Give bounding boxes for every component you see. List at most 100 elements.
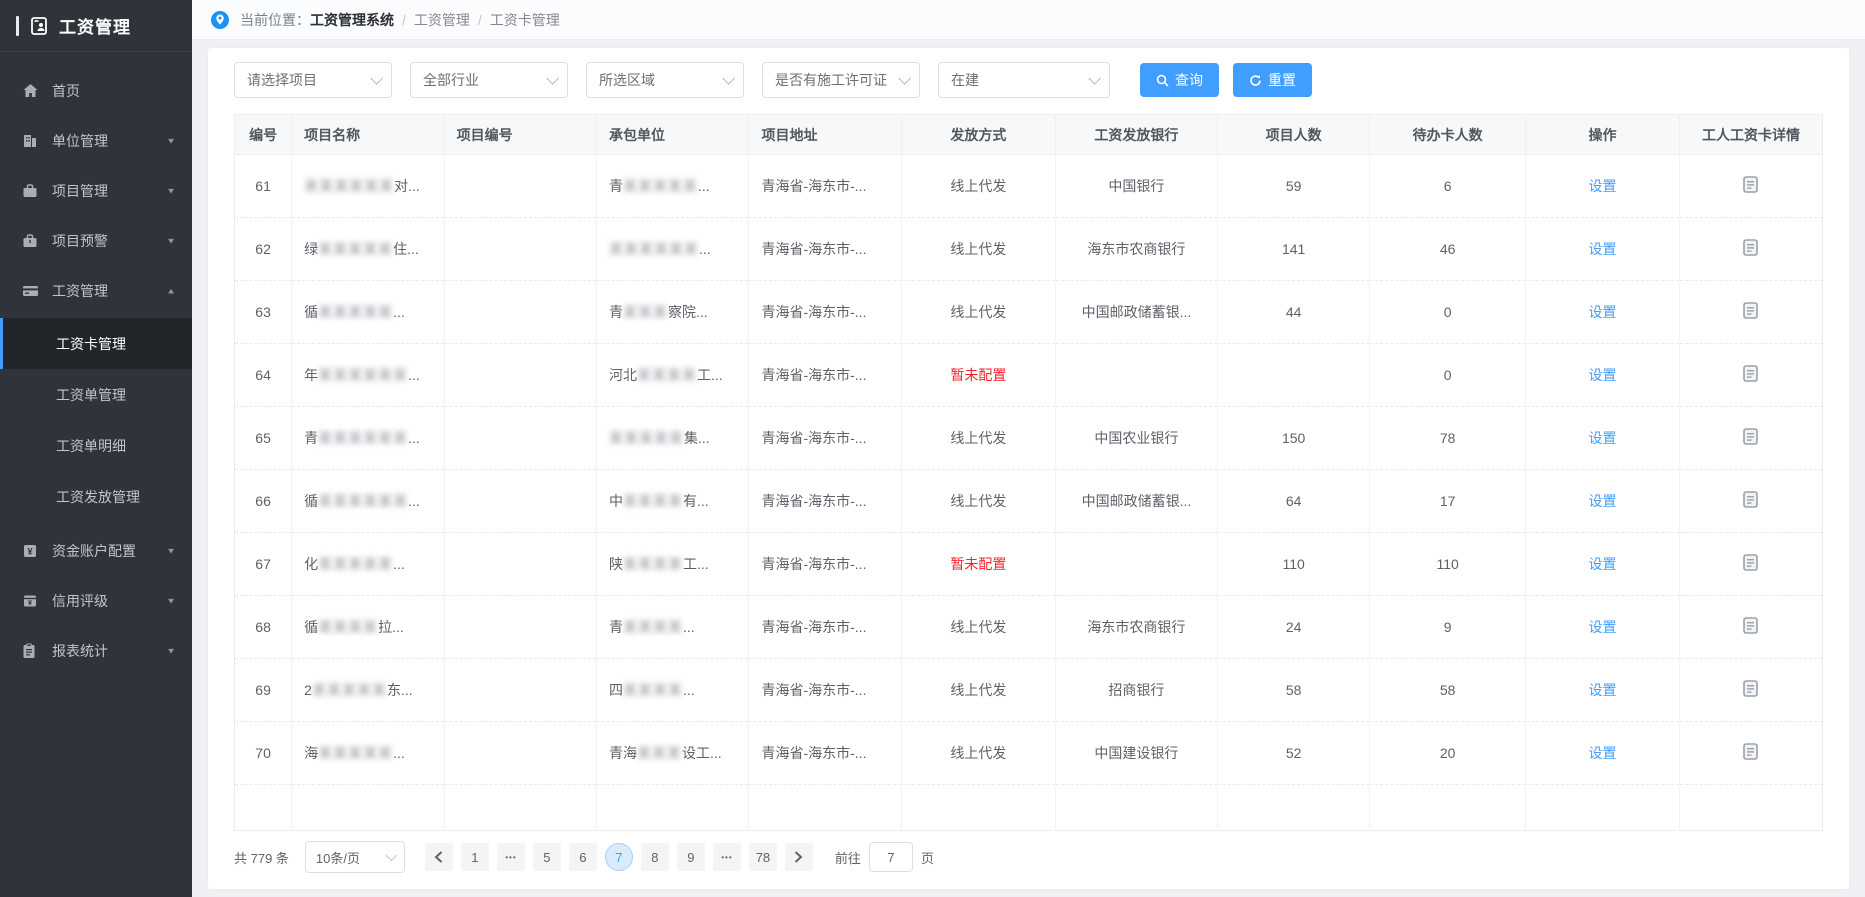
sidebar-item-credit-rating[interactable]: ¥ 信用评级 ▼ (0, 576, 192, 626)
sidebar-item-unit-mgmt[interactable]: 单位管理 ▼ (0, 116, 192, 166)
refresh-icon (1249, 74, 1262, 87)
page-ellipsis[interactable]: ••• (713, 843, 741, 871)
filter-bar: 请选择项目 全部行业 所选区域 是否有施工许可证 在建 查询 重置 (234, 62, 1823, 98)
cell-method: 线上代发 (901, 218, 1055, 281)
page-button-78[interactable]: 78 (749, 843, 777, 871)
cell-action: 设置 (1525, 344, 1679, 407)
home-icon (22, 83, 39, 99)
cell-action: 设置 (1525, 596, 1679, 659)
cell-method: 线上代发 (901, 722, 1055, 785)
region-select[interactable]: 所选区域 (586, 62, 744, 98)
col-project-name: 项目名称 (292, 115, 444, 155)
chevron-down-icon: ▼ (166, 137, 176, 146)
col-method: 发放方式 (901, 115, 1055, 155)
cell-pending: 0 (1370, 344, 1526, 407)
cell-address: 青海省-海东市-... (749, 722, 901, 785)
table-header: 编号 项目名称 项目编号 承包单位 项目地址 发放方式 工资发放银行 项目人数 … (235, 115, 1823, 155)
industry-select[interactable]: 全部行业 (410, 62, 568, 98)
breadcrumb-level1[interactable]: 工资管理 (414, 12, 470, 28)
app-logo-icon (29, 16, 49, 36)
prev-page-button[interactable] (425, 843, 453, 871)
cell-address: 青海省-海东市-... (749, 407, 901, 470)
card-detail-icon[interactable] (1743, 554, 1758, 571)
cell-card-detail (1679, 596, 1822, 659)
page-button-7[interactable]: 7 (605, 843, 633, 871)
sidebar-item-payroll-detail[interactable]: 工资单明细 (0, 420, 192, 471)
card-detail-icon[interactable] (1743, 365, 1758, 382)
sidebar-menu: 首页 单位管理 ▼ 项目管理 ▼ 项目预警 ▼ 工资管理 ▲ 工资卡管理 工资单… (0, 52, 192, 676)
card-detail-icon[interactable] (1743, 491, 1758, 508)
cell-bank: 中国邮政储蓄银... (1055, 281, 1217, 344)
cell-contractor: 青某某某某... (597, 596, 749, 659)
reset-button[interactable]: 重置 (1233, 63, 1312, 97)
search-button[interactable]: 查询 (1140, 63, 1219, 97)
sidebar-item-salary-card-mgmt[interactable]: 工资卡管理 (0, 318, 192, 369)
redacted-text: 某某某某 (623, 619, 683, 635)
settings-link[interactable]: 设置 (1588, 241, 1616, 257)
page-button-9[interactable]: 9 (677, 843, 705, 871)
sidebar-item-salary-mgmt[interactable]: 工资管理 ▲ (0, 266, 192, 316)
page-button-6[interactable]: 6 (569, 843, 597, 871)
cell-card-detail (1679, 155, 1822, 218)
settings-link[interactable]: 设置 (1588, 556, 1616, 572)
cell-action: 设置 (1525, 407, 1679, 470)
settings-link[interactable]: 设置 (1588, 745, 1616, 761)
page-ellipsis[interactable]: ••• (497, 843, 525, 871)
settings-link[interactable]: 设置 (1588, 178, 1616, 194)
sidebar-item-project-mgmt[interactable]: 项目管理 ▼ (0, 166, 192, 216)
breadcrumb-root[interactable]: 工资管理系统 (310, 12, 394, 28)
card-detail-icon[interactable] (1743, 680, 1758, 697)
card-detail-icon[interactable] (1743, 176, 1758, 193)
breadcrumb-level2[interactable]: 工资卡管理 (490, 12, 560, 28)
table-row: 61 某某某某某某对... 青某某某某某... 青海省-海东市-... 线上代发… (235, 155, 1823, 218)
cell-bank: 海东市农商银行 (1055, 218, 1217, 281)
col-pending: 待办卡人数 (1370, 115, 1526, 155)
sidebar-item-payroll-mgmt[interactable]: 工资单管理 (0, 369, 192, 420)
cell-project-name: 绿某某某某某住... (292, 218, 444, 281)
goto-page-input[interactable] (869, 842, 913, 872)
cell-project-name: 青某某某某某某... (292, 407, 444, 470)
status-select[interactable]: 在建 (938, 62, 1110, 98)
settings-link[interactable]: 设置 (1588, 430, 1616, 446)
chevron-down-icon (1088, 72, 1101, 85)
page-buttons: 1•••56789•••78 (461, 843, 777, 871)
sidebar-item-home[interactable]: 首页 (0, 66, 192, 116)
svg-text:¥: ¥ (27, 547, 32, 557)
redacted-text: 某某某某 (623, 556, 683, 572)
page-button-1[interactable]: 1 (461, 843, 489, 871)
settings-link[interactable]: 设置 (1588, 493, 1616, 509)
cell-contractor: 某某某某某某... (597, 218, 749, 281)
settings-link[interactable]: 设置 (1588, 304, 1616, 320)
card-detail-icon[interactable] (1743, 302, 1758, 319)
settings-link[interactable]: 设置 (1588, 367, 1616, 383)
card-detail-icon[interactable] (1743, 617, 1758, 634)
app-title: 工资管理 (59, 13, 131, 38)
card-detail-icon[interactable] (1743, 428, 1758, 445)
card-detail-icon[interactable] (1743, 743, 1758, 760)
settings-link[interactable]: 设置 (1588, 619, 1616, 635)
cell-card-detail (1679, 722, 1822, 785)
sidebar-item-salary-issue-mgmt[interactable]: 工资发放管理 (0, 471, 192, 522)
page-button-8[interactable]: 8 (641, 843, 669, 871)
chevron-down-icon (370, 72, 383, 85)
cell-bank: 海东市农商银行 (1055, 596, 1217, 659)
redacted-text: 某某某某某 (623, 178, 698, 194)
settings-link[interactable]: 设置 (1588, 682, 1616, 698)
sidebar-item-project-alert[interactable]: 项目预警 ▼ (0, 216, 192, 266)
collapse-handle-icon[interactable] (16, 16, 19, 36)
page-button-5[interactable]: 5 (533, 843, 561, 871)
cell-card-detail (1679, 344, 1822, 407)
content-area: 请选择项目 全部行业 所选区域 是否有施工许可证 在建 查询 重置 (192, 40, 1865, 897)
card-detail-icon[interactable] (1743, 239, 1758, 256)
permit-select[interactable]: 是否有施工许可证 (762, 62, 920, 98)
total-count: 共 779 条 (234, 848, 289, 867)
sidebar-item-fund-account[interactable]: ¥ 资金账户配置 ▼ (0, 526, 192, 576)
col-project-code: 项目编号 (444, 115, 596, 155)
cell-people: 59 (1217, 155, 1369, 218)
sidebar-item-report-stats[interactable]: 报表统计 ▼ (0, 626, 192, 676)
cell-method: 线上代发 (901, 281, 1055, 344)
briefcase-alert-icon (22, 233, 39, 249)
next-page-button[interactable] (785, 843, 813, 871)
project-select[interactable]: 请选择项目 (234, 62, 392, 98)
page-size-select[interactable]: 10条/页 (305, 841, 405, 873)
